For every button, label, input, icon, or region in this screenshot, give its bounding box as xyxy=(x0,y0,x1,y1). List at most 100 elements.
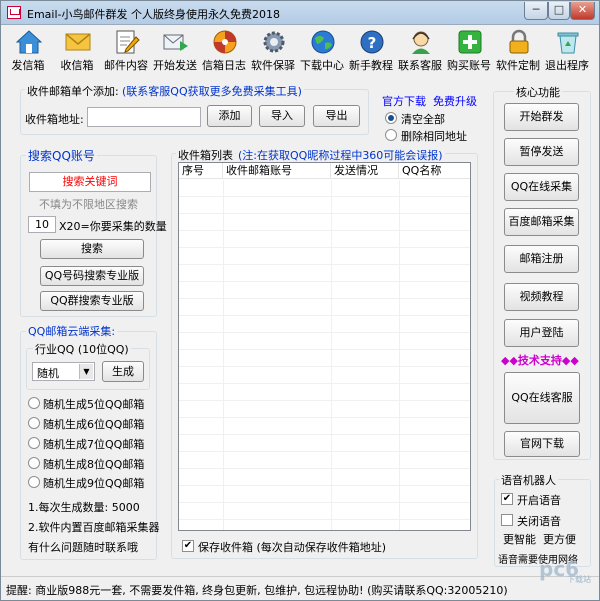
search-qq-title: 搜索QQ账号 xyxy=(26,147,97,164)
inbox-address-input[interactable] xyxy=(87,107,201,127)
disable-voice-checkbox[interactable] xyxy=(501,514,513,526)
title-bar[interactable]: Email-小鸟邮件群发 个人版终身使用永久免费2018 ─ □ ✕ xyxy=(1,1,599,25)
table-row[interactable] xyxy=(179,265,470,282)
generate-button[interactable]: 生成 xyxy=(102,361,144,382)
tool-send-box[interactable]: 发信箱 xyxy=(5,27,51,75)
gen-option-radio[interactable] xyxy=(28,476,40,488)
gen-option-radio[interactable] xyxy=(28,397,40,409)
maximize-button[interactable]: □ xyxy=(548,2,570,20)
core-functions-title: 核心功能 xyxy=(514,84,562,100)
note-contact: 有什么问题随时联系哦 xyxy=(28,541,138,554)
mail-app-icon xyxy=(7,6,21,19)
home-icon xyxy=(16,30,42,54)
start-mass-send-button[interactable]: 开始群发 xyxy=(504,103,579,131)
keyword-input[interactable]: 搜索关键词 xyxy=(29,172,151,192)
random-select-value: 随机 xyxy=(37,367,59,380)
tool-label: 邮件内容 xyxy=(104,59,148,72)
tool-label: 发信箱 xyxy=(11,59,45,72)
table-row[interactable] xyxy=(179,350,470,367)
free-upgrade-link[interactable]: 免费升级 xyxy=(433,93,477,109)
industry-qq-title: 行业QQ (10位QQ) xyxy=(33,341,131,357)
note-baidu-collector: 2.软件内置百度邮箱采集器 xyxy=(28,521,160,534)
table-row[interactable] xyxy=(179,214,470,231)
gen-option-label: 随机生成8位QQ邮箱 xyxy=(43,458,145,471)
search-button[interactable]: 搜索 xyxy=(40,239,144,259)
column-header[interactable]: 发送情况 xyxy=(331,163,399,179)
tool-label: 下载中心 xyxy=(300,59,344,72)
column-header[interactable]: 序号 xyxy=(179,163,223,179)
app-window: Email-小鸟邮件群发 个人版终身使用永久免费2018 ─ □ ✕ 发信箱 收… xyxy=(0,0,600,601)
table-row[interactable] xyxy=(179,367,470,384)
convenient-label: 更方便 xyxy=(543,533,576,546)
disable-voice-label: 关闭语音 xyxy=(517,515,561,528)
qq-online-collect-button[interactable]: QQ在线采集 xyxy=(504,173,579,201)
official-download-link[interactable]: 官方下载 xyxy=(382,93,426,109)
count-label: X20=你要采集的数量 xyxy=(59,220,167,233)
smart-label: 更智能 xyxy=(503,533,536,546)
gen-option-radio[interactable] xyxy=(28,437,40,449)
tool-download-center[interactable]: 下载中心 xyxy=(299,27,345,75)
add-button[interactable]: 添加 xyxy=(207,105,252,127)
tool-exit[interactable]: 退出程序 xyxy=(544,27,590,75)
mail-register-button[interactable]: 邮箱注册 xyxy=(504,245,579,273)
inbox-list-title: 收件箱列表 xyxy=(176,147,235,163)
column-header[interactable]: 收件邮箱账号 xyxy=(223,163,331,179)
minimize-button[interactable]: ─ xyxy=(524,2,548,20)
table-row[interactable] xyxy=(179,435,470,452)
video-tutorial-button[interactable]: 视频教程 xyxy=(504,283,579,311)
table-row[interactable] xyxy=(179,384,470,401)
import-button[interactable]: 导入 xyxy=(259,105,305,127)
tool-mailbox-log[interactable]: 信箱日志 xyxy=(201,27,247,75)
random-select[interactable]: 随机 ▼ xyxy=(32,362,95,381)
chevron-down-icon[interactable]: ▼ xyxy=(79,364,93,379)
clear-all-radio[interactable] xyxy=(385,112,397,124)
table-row[interactable] xyxy=(179,401,470,418)
tool-tutorial[interactable]: ? 新手教程 xyxy=(348,27,394,75)
save-inbox-checkbox[interactable]: ✔ xyxy=(182,540,194,552)
enable-voice-checkbox[interactable]: ✔ xyxy=(501,493,513,505)
qq-online-service-button[interactable]: QQ在线客服 xyxy=(504,372,580,424)
tool-customize[interactable]: 软件定制 xyxy=(495,27,541,75)
column-header[interactable]: QQ名称 xyxy=(399,163,470,179)
tool-contact[interactable]: 联系客服 xyxy=(397,27,443,75)
table-row[interactable] xyxy=(179,418,470,435)
count-input[interactable]: 10 xyxy=(28,216,56,233)
status-text: 提醒: 商业版988元一套, 不需要发件箱, 终身包更新, 包维护, 包远程协助… xyxy=(6,584,508,597)
table-row[interactable] xyxy=(179,452,470,469)
user-login-button[interactable]: 用户登陆 xyxy=(504,319,579,347)
table-row[interactable] xyxy=(179,503,470,520)
table-row[interactable] xyxy=(179,299,470,316)
qq-pro-search-button[interactable]: QQ号码搜索专业版 xyxy=(40,266,144,286)
tool-buy-account[interactable]: 购买账号 xyxy=(446,27,492,75)
pause-send-button[interactable]: 暂停发送 xyxy=(504,138,579,166)
table-row[interactable] xyxy=(179,248,470,265)
table-row[interactable] xyxy=(179,282,470,299)
baidu-mail-collect-button[interactable]: 百度邮箱采集 xyxy=(504,208,579,236)
delete-same-radio[interactable] xyxy=(385,129,397,141)
save-inbox-label: 保存收件箱 (每次自动保存收件箱地址) xyxy=(198,541,387,554)
gen-option-radio[interactable] xyxy=(28,417,40,429)
add-inbox-tip: (联系客服QQ获取更多免费采集工具) xyxy=(120,83,304,99)
tool-settings[interactable]: 软件保驿 xyxy=(250,27,296,75)
table-row[interactable] xyxy=(179,231,470,248)
close-button[interactable]: ✕ xyxy=(570,2,595,20)
gen-option-radio[interactable] xyxy=(28,457,40,469)
table-row[interactable] xyxy=(179,316,470,333)
group-pro-search-button[interactable]: QQ群搜索专业版 xyxy=(40,291,144,311)
export-button[interactable]: 导出 xyxy=(313,105,360,127)
table-row[interactable] xyxy=(179,486,470,503)
region-input[interactable]: 不填为不限地区搜索 xyxy=(39,196,138,212)
inbox-table[interactable]: 序号 收件邮箱账号 发送情况 QQ名称 xyxy=(178,162,471,531)
watermark-sub: 下载站 xyxy=(567,575,591,584)
tool-start-send[interactable]: 开始发送 xyxy=(152,27,198,75)
plus-icon xyxy=(458,30,482,54)
main-toolbar: 发信箱 收信箱 邮件内容 开始发送 信箱日志 软件保驿 下载中心 ? 新手教程 xyxy=(5,27,597,75)
table-row[interactable] xyxy=(179,469,470,486)
table-row[interactable] xyxy=(179,180,470,197)
tool-inbox[interactable]: 收信箱 xyxy=(54,27,100,75)
table-row[interactable] xyxy=(179,197,470,214)
add-inbox-title: 收件邮箱单个添加: xyxy=(25,83,121,99)
tool-mail-content[interactable]: 邮件内容 xyxy=(103,27,149,75)
table-row[interactable] xyxy=(179,333,470,350)
website-download-button[interactable]: 官网下载 xyxy=(504,431,580,457)
